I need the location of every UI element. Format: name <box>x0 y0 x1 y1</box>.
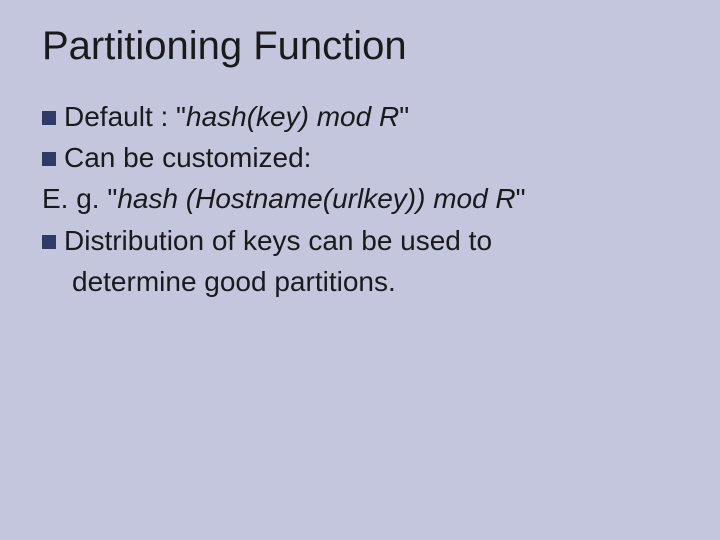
square-bullet-icon <box>42 235 56 249</box>
slide-body: Default : "hash(key) mod R" Can be custo… <box>42 97 684 301</box>
square-bullet-icon <box>42 111 56 125</box>
bullet-line-distribution: Distribution of keys can be used to <box>42 221 684 260</box>
text-default-pre: Default : " <box>64 101 186 132</box>
text-example-ital: hash (Hostname(urlkey)) mod R <box>117 183 515 214</box>
text-default-post: " <box>399 101 409 132</box>
text-example-post: " <box>516 183 526 214</box>
slide-title: Partitioning Function <box>42 24 684 69</box>
line-example: E. g. "hash (Hostname(urlkey)) mod R" <box>42 179 684 218</box>
bullet-line-customized: Can be customized: <box>42 138 684 177</box>
text-distribution-a: Distribution of keys can be used to <box>64 225 492 256</box>
text-customized: Can be customized: <box>64 142 311 173</box>
text-default-ital: hash(key) mod R <box>186 101 399 132</box>
line-distribution-cont: determine good partitions. <box>42 262 684 301</box>
square-bullet-icon <box>42 152 56 166</box>
text-example-pre: E. g. " <box>42 183 117 214</box>
slide: Partitioning Function Default : "hash(ke… <box>0 0 720 540</box>
text-distribution-b: determine good partitions. <box>72 266 396 297</box>
bullet-line-default: Default : "hash(key) mod R" <box>42 97 684 136</box>
